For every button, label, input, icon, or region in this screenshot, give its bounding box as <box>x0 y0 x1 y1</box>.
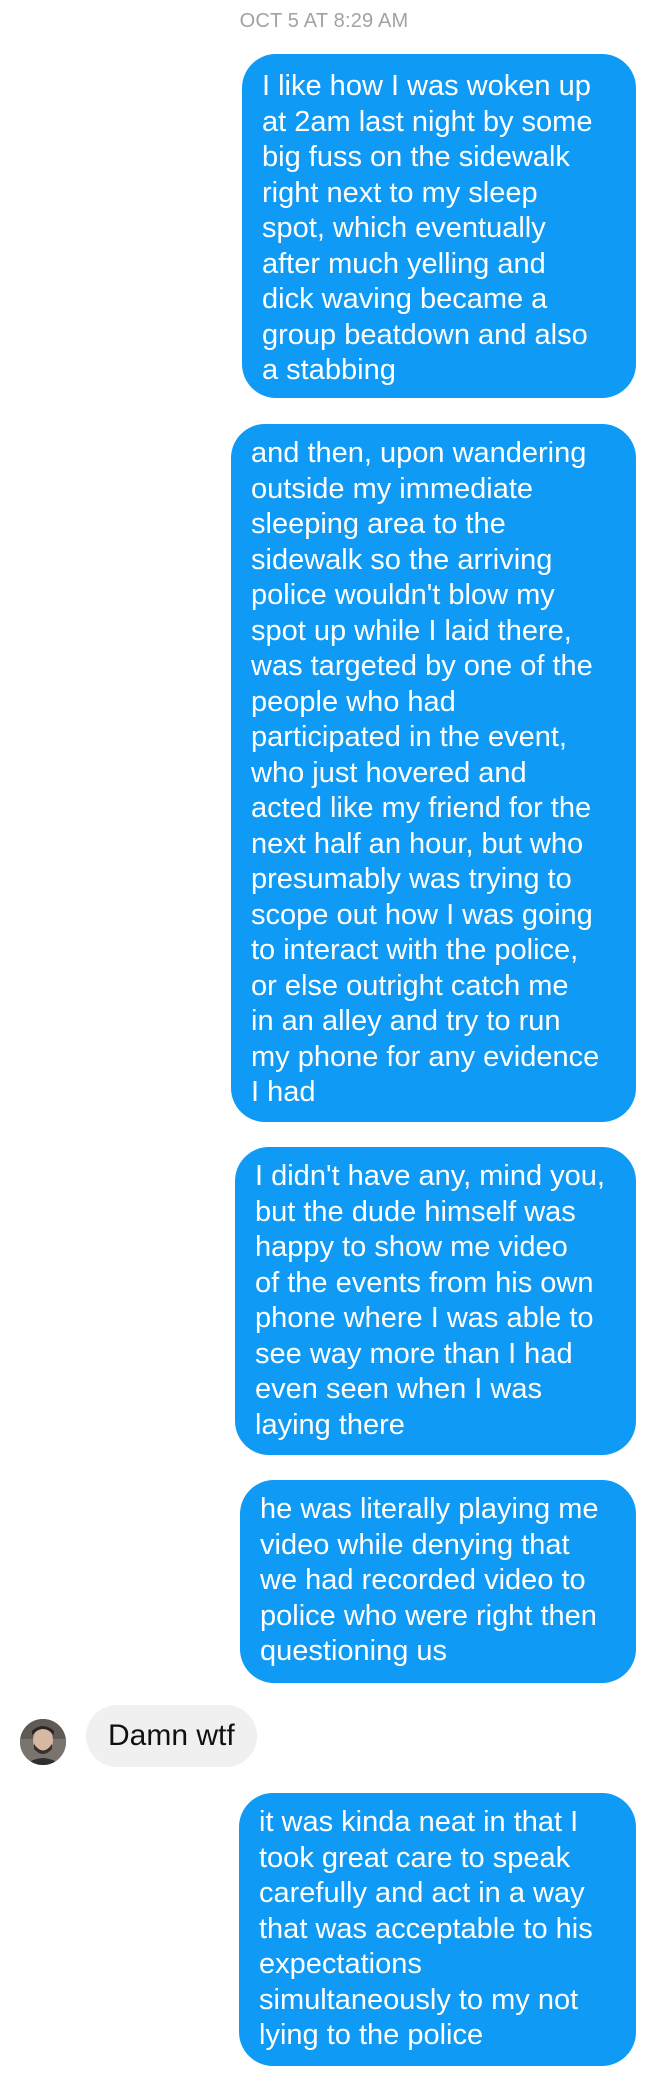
incoming-message-bubble[interactable]: Damn wtf <box>86 1705 257 1767</box>
outgoing-message-bubble[interactable]: it was kinda neat in that I took great c… <box>239 1793 636 2066</box>
outgoing-message-bubble[interactable]: I like how I was woken up at 2am last ni… <box>242 54 636 398</box>
conversation-timestamp: OCT 5 AT 8:29 AM <box>239 10 409 32</box>
outgoing-message-bubble[interactable]: I didn't have any, mind you, but the dud… <box>235 1147 636 1455</box>
outgoing-message-bubble[interactable]: he was literally playing me video while … <box>240 1480 636 1683</box>
avatar-photo-icon <box>20 1719 66 1765</box>
contact-avatar[interactable] <box>20 1719 66 1765</box>
incoming-message-row: Damn wtf <box>0 1705 648 1769</box>
outgoing-message-bubble[interactable]: and then, upon wandering outside my imme… <box>231 424 636 1122</box>
